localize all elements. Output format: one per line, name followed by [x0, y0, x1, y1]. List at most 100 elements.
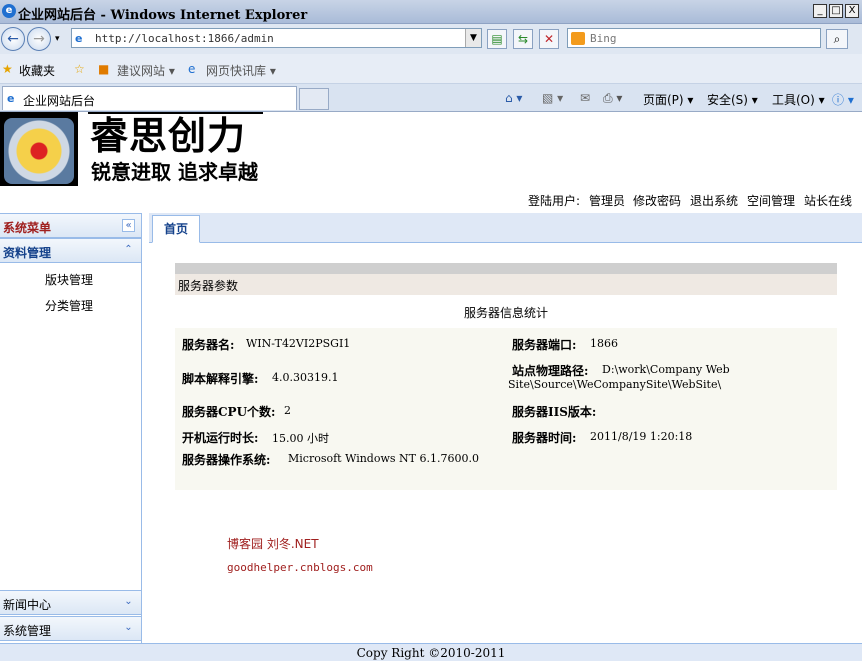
web-slice-icon: e	[188, 62, 196, 76]
server-stats-title: 服务器信息统计	[463, 306, 548, 320]
blog-name-link[interactable]: 博客园 刘冬.NET	[227, 535, 319, 552]
physical-path-value: D:\work\Company Web	[602, 363, 730, 376]
cpu-count-value: 2	[284, 404, 291, 417]
page-icon: e	[75, 32, 83, 45]
server-params-header: 服务器参数	[175, 274, 837, 295]
window-title-bar: e 企业网站后台 - Windows Internet Explorer _ □…	[0, 0, 862, 24]
favorites-button[interactable]: 收藏夹	[19, 62, 55, 79]
tab-ie-icon: e	[7, 92, 15, 105]
section-divider	[175, 263, 837, 274]
os-value: Microsoft Windows NT 6.1.7600.0	[288, 452, 479, 465]
sidebar-group-label: 系统管理	[3, 624, 52, 638]
server-params-title: 服务器参数	[178, 279, 239, 293]
address-field[interactable]: e http://localhost:1866/admin ▼	[71, 28, 482, 48]
home-icon[interactable]: ⌂ ▾	[505, 91, 522, 105]
user-name: 管理员	[589, 194, 626, 208]
stop-button[interactable]: ✕	[539, 29, 559, 49]
logo-disc-icon	[4, 118, 74, 184]
user-label: 登陆用户:	[528, 194, 581, 208]
ie-logo-icon: e	[2, 4, 16, 18]
compatibility-view-button[interactable]: ▤	[487, 29, 507, 49]
server-time-label: 服务器时间:	[512, 431, 577, 445]
server-time-value: 2011/8/19 1:20:18	[590, 430, 693, 443]
web-slice-gallery-link[interactable]: 网页快讯库 ▾	[206, 62, 276, 79]
feeds-icon[interactable]: ▧ ▾	[542, 91, 563, 105]
favorites-star-icon: ★	[2, 62, 13, 76]
help-icon[interactable]: ⓘ ▾	[832, 91, 854, 108]
browser-tab-row: e 企业网站后台 ⌂ ▾ ▧ ▾ ✉ ⎙ ▾ 页面(P) ▾ 安全(S) ▾ 工…	[0, 84, 862, 112]
suggested-sites-link[interactable]: 建议网站 ▾	[117, 62, 175, 79]
sidebar-group-label: 新闻中心	[3, 598, 52, 612]
chevron-down-icon[interactable]: ⌄	[122, 622, 135, 635]
refresh-icon: ⇆	[517, 32, 529, 46]
site-slogan: 锐意进取 追求卓越	[88, 160, 263, 186]
site-logo: 睿思创力 锐意进取 追求卓越	[0, 112, 263, 186]
history-dropdown-icon[interactable]: ▾	[55, 34, 60, 44]
os-label: 服务器操作系统:	[182, 453, 271, 467]
sidebar-group-news-center[interactable]: 新闻中心 ⌄	[0, 590, 141, 615]
forward-button[interactable]: →	[27, 27, 51, 51]
sidebar-item-category-management[interactable]: 分类管理	[45, 297, 93, 314]
stop-icon: ✕	[543, 32, 555, 46]
user-bar: 登陆用户: 管理员 修改密码 退出系统 空间管理 站长在线	[0, 186, 862, 212]
uptime-value: 15.00 小时	[272, 432, 329, 445]
refresh-button[interactable]: ⇆	[513, 29, 533, 49]
sidebar-title: 系统菜单	[3, 221, 52, 235]
address-url[interactable]: http://localhost:1866/admin	[95, 32, 274, 45]
print-icon[interactable]: ⎙ ▾	[603, 91, 622, 106]
sidebar: 系统菜单 « 资料管理 ⌃ 版块管理 分类管理 新闻中心 ⌄ 系统管理 ⌄	[0, 213, 142, 643]
chevron-down-icon[interactable]: ⌄	[122, 596, 135, 609]
server-name-value: WIN-T42VI2PSGI1	[246, 337, 351, 350]
back-arrow-icon: ←	[7, 31, 19, 47]
script-engine-value: 4.0.30319.1	[272, 371, 339, 384]
sidebar-title-bar: 系统菜单 «	[0, 213, 141, 238]
collapse-sidebar-icon[interactable]: «	[122, 219, 135, 232]
tools-menu[interactable]: 工具(O) ▾	[772, 91, 825, 108]
new-tab-button[interactable]	[299, 88, 329, 110]
search-field[interactable]: Bing	[567, 28, 821, 48]
search-icon: ⌕	[833, 32, 841, 46]
uptime-label: 开机运行时长:	[182, 431, 259, 445]
compatibility-icon: ▤	[491, 32, 503, 46]
address-toolbar: ← → ▾ e http://localhost:1866/admin ▼ ▤ …	[0, 24, 862, 54]
suggested-sites-icon: ■	[98, 62, 110, 76]
page-menu[interactable]: 页面(P) ▾	[643, 91, 693, 108]
minimize-button[interactable]: _	[813, 4, 827, 18]
search-placeholder[interactable]: Bing	[590, 32, 617, 45]
sidebar-group-data-management[interactable]: 资料管理 ⌃	[0, 238, 141, 263]
change-password-link[interactable]: 修改密码	[633, 192, 681, 209]
sidebar-group-system-management[interactable]: 系统管理 ⌄	[0, 616, 141, 641]
safety-menu[interactable]: 安全(S) ▾	[707, 91, 758, 108]
tab-home[interactable]: 首页	[152, 215, 200, 243]
logout-link[interactable]: 退出系统	[690, 192, 738, 209]
footer-copyright: Copy Right ©2010-2011	[0, 643, 862, 661]
window-title: 企业网站后台 - Windows Internet Explorer	[18, 8, 308, 23]
search-button[interactable]: ⌕	[826, 29, 848, 49]
content-tab-strip: 首页	[149, 213, 862, 243]
cpu-count-label: 服务器CPU个数:	[182, 405, 276, 419]
site-brand: 睿思创力	[88, 114, 263, 160]
bing-icon	[571, 32, 585, 45]
blog-url-link[interactable]: goodhelper.cnblogs.com	[227, 561, 373, 574]
sidebar-group-label: 资料管理	[3, 246, 52, 260]
space-management-link[interactable]: 空间管理	[747, 192, 795, 209]
iis-version-label: 服务器IIS版本:	[512, 405, 597, 419]
server-info-table: 服务器名: WIN-T42VI2PSGI1 服务器端口: 1866 脚本解释引擎…	[175, 328, 837, 490]
server-port-label: 服务器端口:	[512, 338, 577, 352]
browser-tab-title: 企业网站后台	[23, 94, 96, 108]
back-button[interactable]: ←	[1, 27, 25, 51]
address-dropdown-icon[interactable]: ▼	[465, 29, 481, 47]
server-port-value: 1866	[590, 337, 618, 350]
maximize-button[interactable]: □	[829, 4, 843, 18]
chevron-up-icon[interactable]: ⌃	[122, 244, 135, 257]
physical-path-label: 站点物理路径:	[512, 364, 589, 378]
close-window-button[interactable]: X	[845, 4, 859, 18]
physical-path-value-cont: Site\Source\WeCompanySite\WebSite\	[508, 378, 722, 391]
favorites-bar: ★ 收藏夹 ☆ ■ 建议网站 ▾ e 网页快讯库 ▾	[0, 54, 862, 84]
sidebar-item-board-management[interactable]: 版块管理	[45, 271, 93, 288]
forward-arrow-icon: →	[33, 31, 45, 47]
browser-tab-active[interactable]: e 企业网站后台	[2, 86, 297, 110]
add-favorite-icon[interactable]: ☆	[74, 62, 85, 76]
mail-icon[interactable]: ✉	[580, 91, 590, 105]
webmaster-online-link[interactable]: 站长在线	[804, 192, 852, 209]
